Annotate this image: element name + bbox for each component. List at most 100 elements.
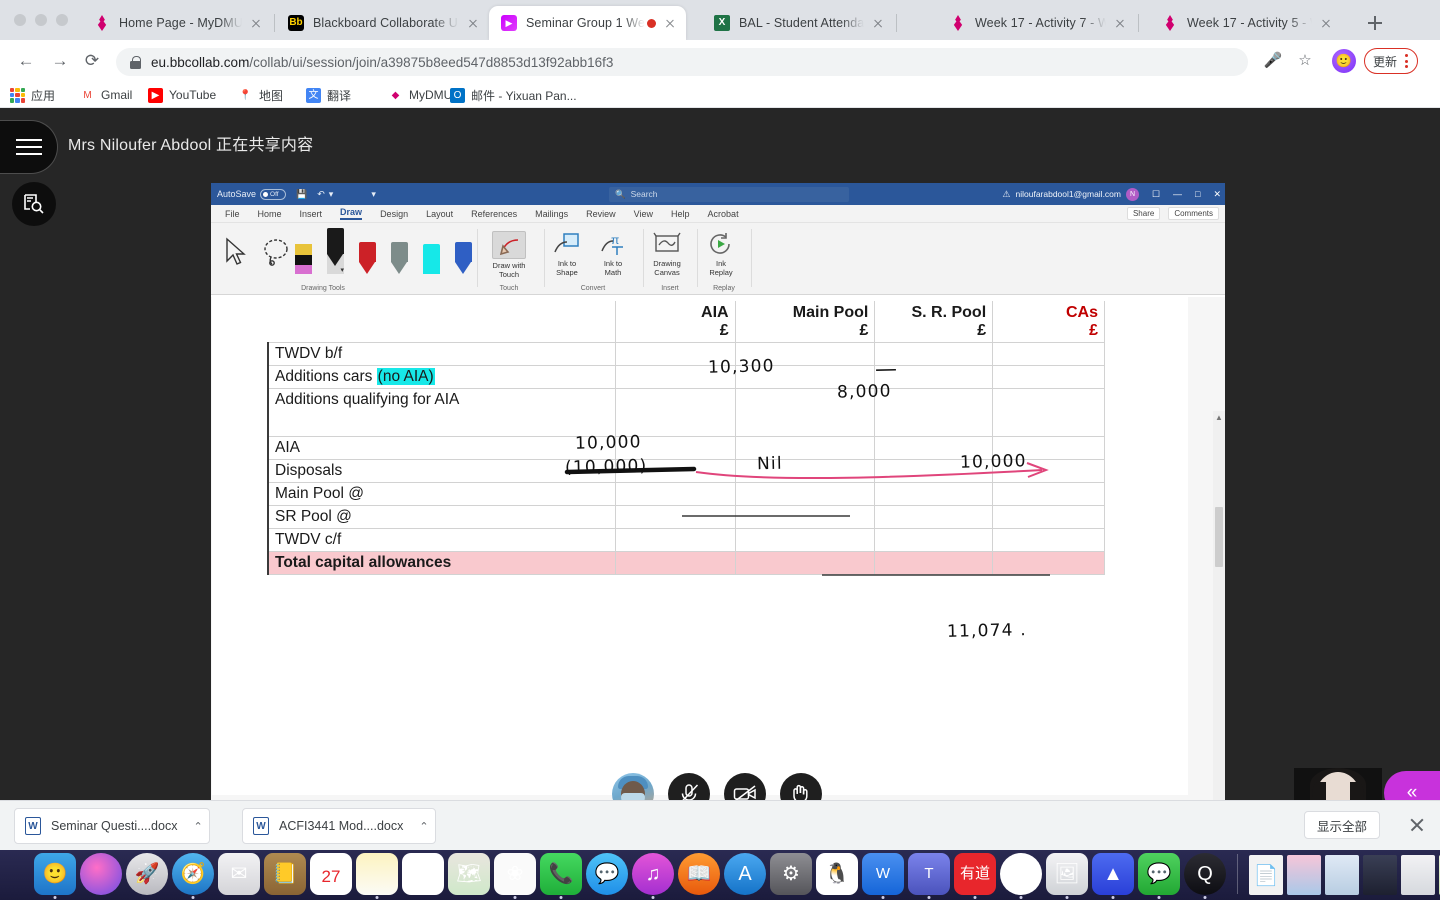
dock-item-contacts[interactable]: 📒 [264,853,306,895]
dock-item-facetime[interactable]: 📞 [540,853,582,899]
word-document-page[interactable]: AIA £ Main Pool £ S. R. Pool £ CAs £ TWDV b/f Ad… [211,297,1225,815]
close-tab-icon[interactable] [465,15,481,31]
dock-item-document-stack[interactable]: 📄 [1249,855,1283,895]
new-tab-button[interactable] [1364,12,1386,34]
browser-tab[interactable]: Seminar Group 1 Wedn [489,6,686,40]
ribbon-display-options-icon[interactable]: ☐ [1152,189,1160,200]
ribbon-tab-draw[interactable]: Draw [340,207,363,220]
dock-item-ibooks[interactable]: 📖 [678,853,720,895]
browser-tab[interactable]: Week 17 - Activity 5 - Wee [1150,6,1342,40]
dock-item-preview[interactable]: 🖼 [1046,853,1088,899]
chevron-up-icon[interactable]: ⌃ [419,820,428,833]
dock-item-youdao-dict[interactable]: 有道 [954,853,996,899]
lasso-icon[interactable] [261,237,291,272]
show-all-downloads-button[interactable]: 显示全部 [1303,811,1380,839]
pen-red-tool[interactable] [359,242,376,274]
bookmark-item[interactable]: ▶ YouTube [148,85,216,105]
minimize-icon[interactable]: — [1173,189,1182,199]
pen-black-tool[interactable]: ▾ [327,228,344,274]
close-icon[interactable]: ✕ [1213,189,1221,200]
dock-item-photos[interactable]: ❀ [494,853,536,899]
save-icon[interactable]: 💾 [296,189,307,200]
ribbon-tab-layout[interactable]: Layout [426,209,453,219]
ribbon-tab-review[interactable]: Review [586,209,616,219]
dock-item-app-store[interactable]: A [724,853,766,895]
maximize-window-button[interactable] [56,14,68,26]
dock-item-app-blue-m[interactable]: ▲ [1092,853,1134,899]
ribbon-tab-insert[interactable]: Insert [300,209,323,219]
update-button[interactable]: 更新 [1364,48,1419,74]
dock-item-finder[interactable]: 🙂 [34,853,76,899]
session-menu-button[interactable] [0,120,58,174]
cursor-arrow-icon[interactable] [223,237,249,272]
pen-blue-effects-tool[interactable] [455,242,472,274]
close-tab-icon[interactable] [1112,15,1128,31]
bookmark-item[interactable]: 文翻译 [306,85,351,105]
dock-item-maps[interactable]: 🗺 [448,853,490,895]
dock-item-wechat[interactable]: 💬 [1138,853,1180,899]
vertical-scroll-thumb[interactable] [1215,507,1223,567]
scroll-up-arrow-icon[interactable]: ▲ [1215,413,1223,422]
customize-quick-access-icon[interactable]: ▾ [371,189,376,200]
voice-search-icon[interactable]: 🎤 [1262,50,1284,72]
ink-to-math-button[interactable]: π Ink to Math [593,231,633,277]
dock-item-minimized-window-2[interactable] [1325,855,1359,895]
ribbon-tab-references[interactable]: References [471,209,517,219]
dock-item-safari[interactable]: 🧭 [172,853,214,899]
chrome-menu-icon[interactable] [1399,54,1413,68]
draw-with-touch-button[interactable]: Draw with Touch [483,231,535,279]
dock-item-minimized-window-4[interactable] [1401,855,1435,895]
close-tab-icon[interactable] [1318,15,1334,31]
dock-item-launchpad[interactable]: 🚀 [126,853,168,895]
word-account[interactable]: ⚠ niloufarabdool1@gmail.com N [1002,183,1139,205]
ribbon-tab-design[interactable]: Design [380,209,408,219]
pencil-grey-tool[interactable] [391,242,408,274]
word-vertical-scrollbar[interactable]: ▲ ▼ [1213,411,1225,815]
back-button[interactable]: ← [14,49,38,73]
content-share-icon[interactable] [12,182,56,226]
dock-item-mail[interactable]: ✉ [218,853,260,895]
chevron-up-icon[interactable]: ⌃ [193,820,202,833]
undo-icon[interactable]: ↶ [317,189,325,200]
dock-item-reminders[interactable] [402,853,444,895]
comments-button[interactable]: Comments [1168,207,1219,220]
ribbon-tab-acrobat[interactable]: Acrobat [708,209,739,219]
reload-button[interactable]: ⟳ [80,49,104,73]
dock-item-quicktime[interactable]: Q [1184,853,1226,899]
restore-icon[interactable]: □ [1195,189,1200,199]
dock-item-wps-office[interactable]: W [862,853,904,899]
dock-item-system-preferences[interactable]: ⚙ [770,853,812,895]
drawing-canvas-button[interactable]: Drawing Canvas [647,231,687,277]
download-item[interactable]: Seminar Questi....docx ⌃ [14,808,210,844]
dock-item-siri[interactable] [80,853,122,895]
dock-item-messages[interactable]: 💬 [586,853,628,895]
ribbon-tab-help[interactable]: Help [671,209,690,219]
ribbon-tab-mailings[interactable]: Mailings [535,209,568,219]
dock-item-minimized-window-3[interactable] [1363,855,1397,895]
window-traffic-lights[interactable] [14,14,68,26]
word-window-buttons[interactable]: ☐ — □ ✕ [1152,183,1221,205]
dock-item-calendar[interactable]: 27 [310,853,352,895]
ink-to-shape-button[interactable]: Ink to Shape [547,231,587,277]
word-account-avatar[interactable]: N [1126,187,1139,201]
dock-item-notes[interactable] [356,853,398,899]
dock-item-itunes[interactable]: ♫ [632,853,674,899]
close-window-button[interactable] [14,14,26,26]
word-search-box[interactable]: 🔍 Search [609,186,849,202]
dock-item-minimized-window-1[interactable] [1287,855,1321,895]
close-tab-icon[interactable] [662,15,678,31]
browser-tab[interactable]: Week 17 - Activity 7 - Wee [938,6,1136,40]
bookmark-item[interactable]: 📍 地图 [238,85,283,105]
ribbon-tab-home[interactable]: Home [258,209,282,219]
autosave-toggle[interactable]: AutoSave Off [217,188,287,200]
download-item[interactable]: ACFI3441 Mod....docx ⌃ [242,808,436,844]
close-tab-icon[interactable] [870,15,886,31]
forward-button[interactable]: → [48,49,72,73]
highlighter-yellow-tool[interactable] [295,244,312,274]
dock-item-qq[interactable]: 🐧 [816,853,858,895]
ink-replay-button[interactable]: Ink Replay [701,231,741,277]
bookmark-item[interactable]: O 邮件 - Yixuan Pan... [450,85,577,105]
address-bar[interactable]: eu.bbcollab.com/collab/ui/session/join/a… [116,48,1248,76]
ribbon-tab-file[interactable]: File [225,209,240,219]
close-download-shelf-icon[interactable] [1408,816,1426,834]
